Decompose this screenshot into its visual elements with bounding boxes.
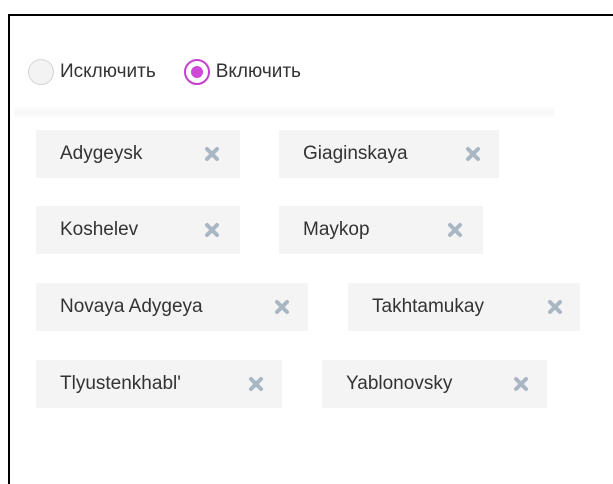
radio-exclude[interactable]: Исключить bbox=[28, 59, 156, 85]
tag-tlyustenkhabl: Tlyustenkhabl' bbox=[36, 360, 282, 408]
tag-label: Novaya Adygeya bbox=[60, 296, 203, 317]
remove-tag-close-icon[interactable] bbox=[447, 222, 463, 238]
tag-label: Takhtamukay bbox=[372, 296, 484, 317]
tag-label: Koshelev bbox=[60, 219, 139, 240]
filter-mode-radio-group: Исключить Включить bbox=[28, 57, 301, 87]
remove-tag-close-icon[interactable] bbox=[204, 222, 220, 238]
radio-circle-include[interactable] bbox=[183, 59, 210, 85]
tag-takhtamukay: Takhtamukay bbox=[348, 283, 580, 331]
remove-tag-close-icon[interactable] bbox=[547, 299, 563, 315]
radio-include[interactable]: Включить bbox=[183, 59, 301, 85]
tag-maykop: Maykop bbox=[279, 206, 483, 254]
remove-tag-close-icon[interactable] bbox=[274, 299, 290, 315]
remove-tag-close-icon[interactable] bbox=[513, 376, 529, 392]
tag-label: Yablonovsky bbox=[346, 373, 453, 394]
tag-novaya-adygeya: Novaya Adygeya bbox=[36, 283, 308, 331]
radio-circle-exclude[interactable] bbox=[28, 59, 54, 85]
separator bbox=[14, 105, 554, 119]
tag-koshelev: Koshelev bbox=[36, 206, 240, 254]
radio-exclude-label: Исключить bbox=[60, 61, 156, 82]
tag-label: Giaginskaya bbox=[303, 143, 408, 164]
tag-label: Maykop bbox=[303, 219, 370, 240]
remove-tag-close-icon[interactable] bbox=[465, 146, 481, 162]
tag-yablonovsky: Yablonovsky bbox=[322, 360, 547, 408]
tag-label: Adygeysk bbox=[60, 143, 143, 164]
tag-adygeysk: Adygeysk bbox=[36, 130, 240, 178]
tag-label: Tlyustenkhabl' bbox=[60, 373, 181, 394]
radio-include-label: Включить bbox=[215, 61, 301, 82]
remove-tag-close-icon[interactable] bbox=[204, 146, 220, 162]
tag-giaginskaya: Giaginskaya bbox=[279, 130, 499, 178]
remove-tag-close-icon[interactable] bbox=[248, 376, 264, 392]
